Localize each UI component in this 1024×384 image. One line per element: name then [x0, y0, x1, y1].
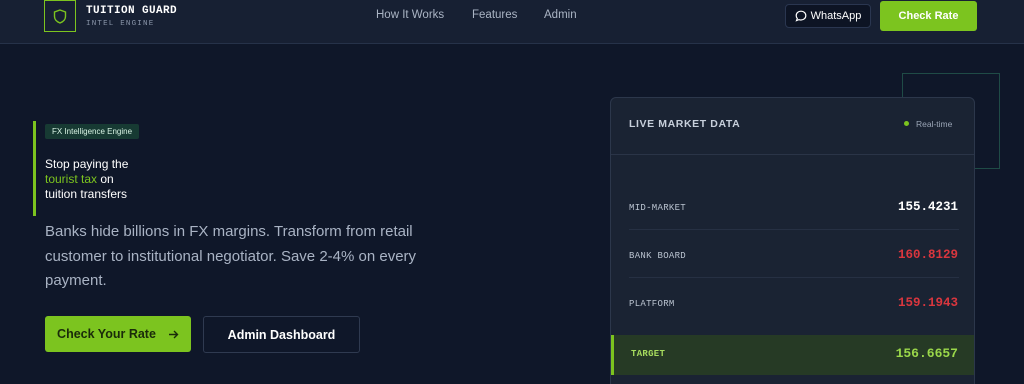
hero-description: Banks hide billions in FX margins. Trans…: [45, 223, 417, 289]
market-row-bank-board: BANK BOARD 160.8129: [611, 237, 974, 277]
arrow-right-icon: [168, 330, 179, 338]
live-market-card: LIVE MARKET DATA Real-time MID-MARKET 15…: [610, 97, 975, 384]
row-separator: [629, 277, 959, 278]
nav-link-how-it-works[interactable]: How It Works: [376, 9, 444, 21]
hero-accent-bar: [33, 121, 36, 216]
nav-link-features[interactable]: Features: [472, 9, 517, 21]
market-row-target: TARGET 156.6657: [611, 335, 974, 375]
market-row-platform: PLATFORM 159.1943: [611, 285, 974, 325]
card-title: LIVE MARKET DATA: [629, 118, 741, 130]
row-label: MID-MARKET: [629, 203, 687, 213]
live-status-label: Real-time: [916, 119, 953, 129]
headline-part-2: on: [97, 172, 114, 186]
headline-highlight: tourist tax: [45, 172, 98, 186]
row-label: PLATFORM: [629, 299, 675, 309]
market-row-mid-market: MID-MARKET 155.4231: [611, 189, 974, 229]
shield-icon: [53, 8, 67, 24]
row-value: 159.1943: [897, 296, 958, 310]
live-status-dot: [904, 121, 909, 126]
admin-dashboard-button[interactable]: Admin Dashboard: [203, 316, 360, 353]
whatsapp-button[interactable]: WhatsApp: [785, 4, 871, 28]
check-rate-button[interactable]: Check Rate: [880, 1, 977, 31]
row-separator: [629, 229, 959, 230]
engine-badge: FX Intelligence Engine: [45, 124, 140, 139]
logo[interactable]: [44, 0, 76, 32]
row-label: TARGET: [631, 349, 666, 359]
card-divider: [611, 154, 974, 155]
row-value: 160.8129: [897, 248, 958, 262]
brand-subtitle: INTEL ENGINE: [86, 20, 155, 28]
chat-bubble-icon: [795, 10, 807, 22]
row-value: 155.4231: [897, 200, 958, 214]
top-navbar: TUITION GUARD INTEL ENGINE How It Works …: [0, 0, 1024, 44]
brand-title: TUITION GUARD: [86, 5, 178, 17]
row-value: 156.6657: [895, 346, 958, 361]
nav-link-admin[interactable]: Admin: [544, 9, 577, 21]
headline-part-3: tuition transfers: [45, 187, 128, 201]
hero-headline: Stop paying the tourist tax on tuition t…: [45, 157, 185, 202]
check-your-rate-button[interactable]: Check Your Rate: [45, 316, 191, 352]
whatsapp-label: WhatsApp: [810, 10, 862, 22]
row-label: BANK BOARD: [629, 251, 687, 261]
headline-part-1: Stop paying the: [45, 157, 129, 171]
check-your-rate-label: Check Your Rate: [57, 327, 156, 341]
